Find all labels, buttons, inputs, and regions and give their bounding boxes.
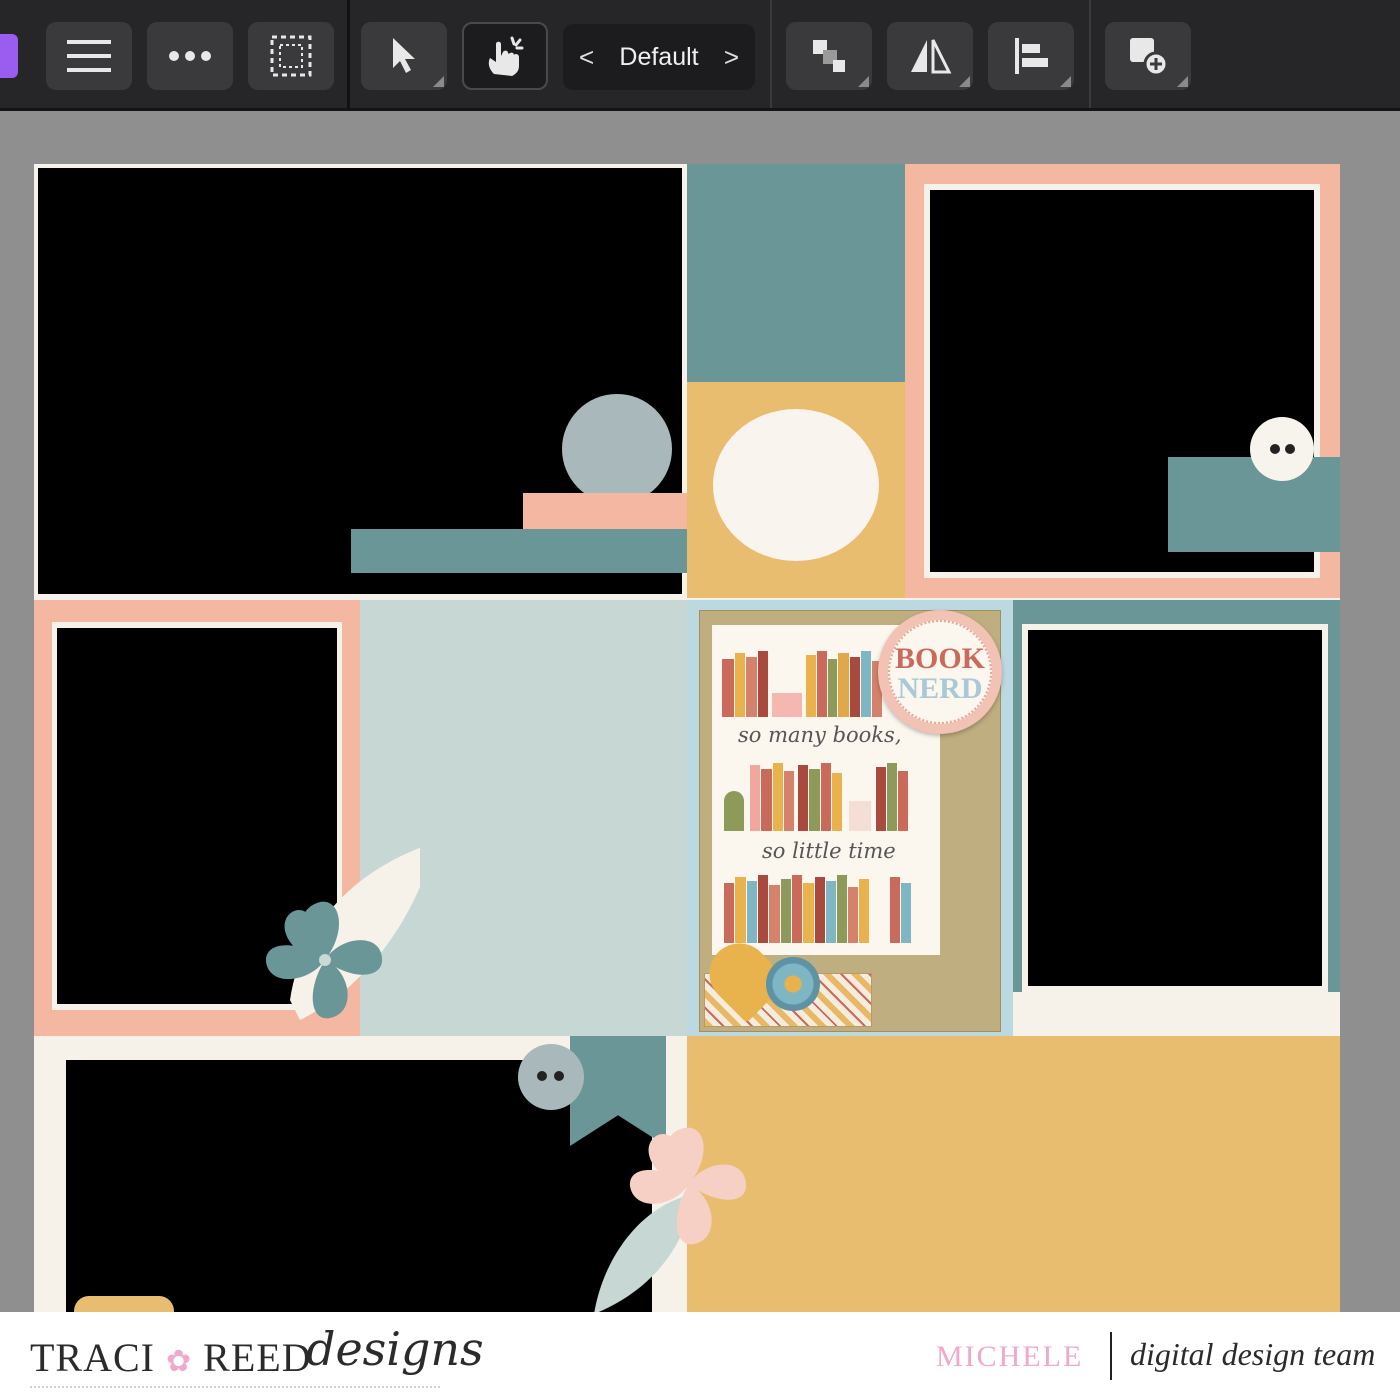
align-icon	[1015, 38, 1048, 74]
toolbar-divider	[347, 0, 350, 108]
brand-dotted-rule	[30, 1386, 440, 1388]
arrange-button[interactable]	[786, 22, 872, 90]
teal-block	[687, 164, 905, 382]
peach-strip	[523, 493, 687, 531]
blue-flower	[766, 957, 820, 1011]
card-text-line-1: so many books,	[738, 723, 902, 747]
arrange-icon	[813, 40, 845, 72]
next-preset-chevron-icon[interactable]: >	[724, 42, 739, 73]
studio-icon[interactable]	[0, 34, 18, 78]
bookshelf-row	[724, 759, 934, 831]
badge-text-bottom: NERD	[897, 672, 983, 705]
pink-flower-cluster	[594, 1127, 747, 1312]
flower-mark-icon: ✿	[166, 1345, 193, 1378]
brand-script: designs	[306, 1322, 484, 1376]
teal-tab	[1168, 457, 1340, 552]
branding-footer: TRACI ✿ REED designs MICHELE digital des…	[0, 1312, 1400, 1400]
hamburger-menu-icon	[67, 40, 111, 72]
preset-switcher[interactable]: < Default >	[563, 24, 755, 90]
book-nerd-badge: BOOK NERD	[878, 610, 1002, 734]
marquee-select-icon	[270, 35, 312, 77]
move-tool-icon	[393, 38, 415, 73]
button-hole	[1285, 444, 1295, 454]
brand-name-middle: REED	[203, 1335, 312, 1380]
badge-text-top: BOOK	[894, 642, 985, 675]
hamburger-menu-button[interactable]	[46, 22, 132, 90]
design-canvas[interactable]: so many books, so little time BOOK NERD	[34, 164, 1340, 1312]
flip-icon	[911, 39, 952, 74]
designer-name: MICHELE	[936, 1340, 1084, 1373]
insert-button[interactable]	[1105, 22, 1191, 90]
cream-strip	[1013, 992, 1340, 1036]
card-text-line-2: so little time	[762, 839, 896, 863]
button-embellishment	[1250, 417, 1314, 481]
subtool-indicator	[1060, 76, 1071, 87]
align-button[interactable]	[988, 22, 1074, 90]
toolbar-divider	[1089, 0, 1091, 108]
more-options-button[interactable]	[147, 22, 233, 90]
toolbar-divider	[770, 0, 772, 108]
cream-circle	[713, 409, 879, 561]
teal-strip	[351, 529, 687, 573]
preset-label: Default	[619, 42, 699, 71]
mustard-scallop	[74, 1296, 174, 1312]
flip-button[interactable]	[887, 22, 973, 90]
button-hole	[1270, 444, 1280, 454]
insert-add-icon	[1130, 38, 1169, 77]
touch-gesture-button[interactable]	[462, 22, 548, 90]
previous-preset-chevron-icon[interactable]: <	[579, 42, 594, 73]
bookshelf-row	[724, 875, 936, 943]
subtool-indicator	[858, 76, 869, 87]
marquee-select-button[interactable]	[248, 22, 334, 90]
brand-name: TRACI	[30, 1335, 155, 1380]
footer-divider	[1110, 1332, 1112, 1380]
button-hole	[554, 1071, 564, 1081]
design-team-label: digital design team	[1130, 1336, 1376, 1372]
top-toolbar: < Default >	[0, 0, 1400, 111]
subtool-indicator	[1177, 76, 1188, 87]
brand-wordmark: TRACI ✿ REED	[30, 1334, 312, 1381]
move-tool-button[interactable]	[361, 22, 447, 90]
more-options-icon	[169, 51, 211, 61]
touch-gesture-icon	[488, 36, 524, 76]
gray-circle-embellishment	[562, 394, 672, 504]
subtool-indicator	[959, 76, 970, 87]
photo-placeholder-middle-right[interactable]	[1028, 630, 1322, 986]
button-hole	[537, 1071, 547, 1081]
gray-button-embellishment	[518, 1044, 584, 1110]
subtool-indicator	[433, 76, 444, 87]
